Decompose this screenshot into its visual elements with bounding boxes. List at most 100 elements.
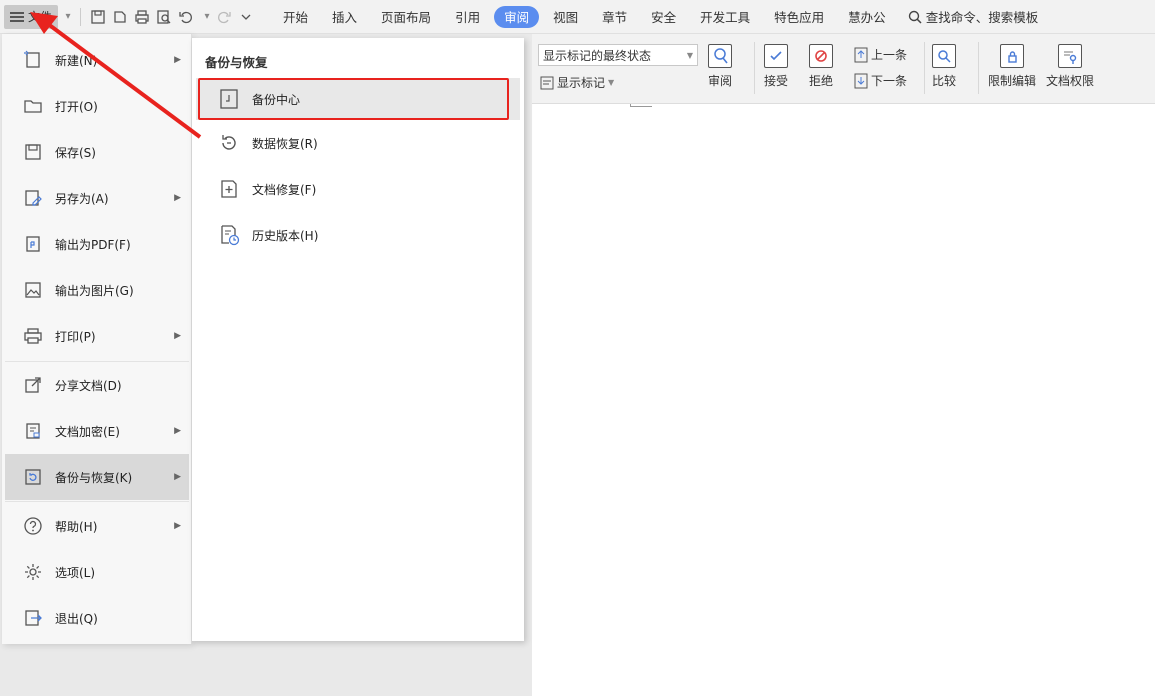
export-icon[interactable] — [109, 6, 131, 28]
submenu-item-data-recovery[interactable]: 数据恢复(R) — [196, 122, 520, 164]
save-icon[interactable] — [87, 6, 109, 28]
compare-button[interactable]: 比较 — [932, 44, 956, 89]
next-change-label: 下一条 — [871, 74, 908, 88]
menu-item-label: 打印(P) — [55, 329, 96, 344]
chevron-right-icon: ▶ — [174, 55, 181, 65]
new-doc-icon — [23, 50, 43, 70]
search-icon — [908, 10, 922, 24]
menu-item-new[interactable]: 新建(N) ▶ — [5, 37, 189, 83]
image-icon — [23, 280, 43, 300]
command-search-label: 查找命令、搜索模板 — [925, 10, 1039, 25]
undo-icon[interactable] — [175, 6, 197, 28]
history-icon — [218, 224, 240, 246]
menu-item-save[interactable]: 保存(S) — [5, 129, 189, 175]
submenu-title: 备份与恢复 — [205, 55, 268, 70]
menu-item-label: 退出(Q) — [55, 611, 98, 626]
menu-item-label: 保存(S) — [55, 145, 96, 160]
submenu-item-label: 备份中心 — [252, 92, 301, 107]
share-icon — [23, 375, 43, 395]
restrict-edit-button[interactable]: 限制编辑 — [988, 44, 1036, 89]
tab-page-layout[interactable]: 页面布局 — [369, 6, 443, 28]
folder-icon — [23, 96, 43, 116]
menu-item-encrypt[interactable]: 文档加密(E) ▶ — [5, 408, 189, 454]
doc-permission-button[interactable]: 文档权限 — [1046, 44, 1094, 89]
menu-item-label: 分享文档(D) — [55, 378, 122, 393]
customize-toolbar-icon[interactable] — [235, 6, 257, 28]
menu-item-help[interactable]: 帮助(H) ▶ — [5, 503, 189, 549]
redo-icon[interactable] — [213, 6, 235, 28]
command-search[interactable]: 查找命令、搜索模板 — [898, 7, 1039, 26]
menu-item-backup-restore[interactable]: 备份与恢复(K) ▶ — [5, 454, 189, 500]
compare-icon — [932, 44, 956, 68]
menu-item-export-pdf[interactable]: 输出为PDF(F) — [5, 221, 189, 267]
lock-doc-icon — [1000, 44, 1024, 68]
tab-view[interactable]: 视图 — [541, 6, 590, 28]
menu-item-exit[interactable]: 退出(Q) — [5, 595, 189, 641]
show-markup-button[interactable]: 显示标记 ▼ — [540, 74, 614, 91]
show-markup-label: 显示标记 — [557, 76, 606, 90]
file-menu: 新建(N) ▶ 打开(O) 保存(S) 另存为(A) ▶ 输出为PDF(F) 输… — [2, 34, 192, 644]
restrict-edit-label: 限制编辑 — [988, 74, 1037, 88]
reject-button[interactable]: 拒绝 — [809, 44, 833, 89]
previous-change-label: 上一条 — [871, 48, 908, 62]
tab-references[interactable]: 引用 — [443, 6, 492, 28]
chevron-right-icon: ▶ — [174, 472, 181, 482]
menu-item-save-as[interactable]: 另存为(A) ▶ — [5, 175, 189, 221]
chevron-down-icon: ▼ — [608, 78, 615, 87]
menu-bar: 文件 ▾ ▾ 开始 插入 页面布局 引用 审阅 视图 章节 安全 开发工具 特色… — [0, 0, 1155, 34]
menu-item-label: 选项(L) — [55, 565, 96, 580]
menu-item-label: 输出为图片(G) — [55, 283, 134, 298]
tab-home[interactable]: 开始 — [271, 6, 320, 28]
submenu-item-backup-center[interactable]: 备份中心 — [196, 78, 520, 120]
submenu-item-history[interactable]: 历史版本(H) — [196, 214, 520, 256]
menu-item-open[interactable]: 打开(O) — [5, 83, 189, 129]
chevron-right-icon: ▶ — [174, 426, 181, 436]
submenu-item-label: 历史版本(H) — [252, 228, 319, 243]
tab-section[interactable]: 章节 — [590, 6, 639, 28]
divider — [924, 42, 925, 94]
menu-item-label: 新建(N) — [55, 53, 98, 68]
save-icon — [23, 142, 43, 162]
submenu-item-doc-repair[interactable]: 文档修复(F) — [196, 168, 520, 210]
file-menu-button[interactable]: 文件 — [4, 4, 59, 29]
divider — [5, 501, 189, 502]
tab-developer[interactable]: 开发工具 — [688, 6, 762, 28]
markup-state-value: 显示标记的最终状态 — [543, 48, 652, 63]
backup-restore-submenu: 备份与恢复 备份中心 数据恢复(R) 文档修复(F) 历史版本(H) — [192, 38, 524, 641]
review-ribbon: 显示标记的最终状态 ▼ 显示标记 ▼ 审阅 接受 拒绝 上一条 下一条 比较 限… — [532, 34, 1155, 104]
previous-change-button[interactable]: 上一条 — [854, 46, 907, 63]
tab-security[interactable]: 安全 — [639, 6, 688, 28]
menu-item-options[interactable]: 选项(L) — [5, 549, 189, 595]
doc-repair-icon — [218, 178, 240, 200]
undo-dropdown-icon[interactable]: ▾ — [201, 11, 213, 23]
help-icon — [23, 516, 43, 536]
backup-center-icon — [218, 88, 240, 110]
tab-special-apps[interactable]: 特色应用 — [762, 6, 836, 28]
document-page[interactable] — [532, 104, 1155, 696]
markup-state-select[interactable]: 显示标记的最终状态 ▼ — [538, 44, 698, 66]
menu-item-label: 打开(O) — [55, 99, 98, 114]
accept-button[interactable]: 接受 — [764, 44, 788, 89]
chevron-down-icon[interactable]: ▾ — [62, 11, 74, 23]
tab-hui-office[interactable]: 慧办公 — [836, 6, 898, 28]
encrypt-icon — [23, 421, 43, 441]
next-icon — [854, 73, 868, 88]
menu-item-label: 另存为(A) — [55, 191, 109, 206]
print-icon[interactable] — [131, 6, 153, 28]
markup-icon — [540, 76, 554, 89]
hamburger-icon — [10, 11, 24, 22]
backup-icon — [23, 467, 43, 487]
menu-item-print[interactable]: 打印(P) ▶ — [5, 313, 189, 359]
accept-icon — [764, 44, 788, 68]
tab-review[interactable]: 审阅 — [494, 5, 540, 28]
menu-item-label: 备份与恢复(K) — [55, 470, 133, 485]
menu-item-share[interactable]: 分享文档(D) — [5, 362, 189, 408]
menu-item-export-image[interactable]: 输出为图片(G) — [5, 267, 189, 313]
next-change-button[interactable]: 下一条 — [854, 72, 907, 89]
review-button[interactable]: 审阅 — [708, 44, 732, 89]
print-preview-icon[interactable] — [153, 6, 175, 28]
gear-icon — [23, 562, 43, 582]
tab-insert[interactable]: 插入 — [320, 6, 369, 28]
menu-item-label: 输出为PDF(F) — [55, 237, 131, 252]
chevron-right-icon: ▶ — [174, 331, 181, 341]
